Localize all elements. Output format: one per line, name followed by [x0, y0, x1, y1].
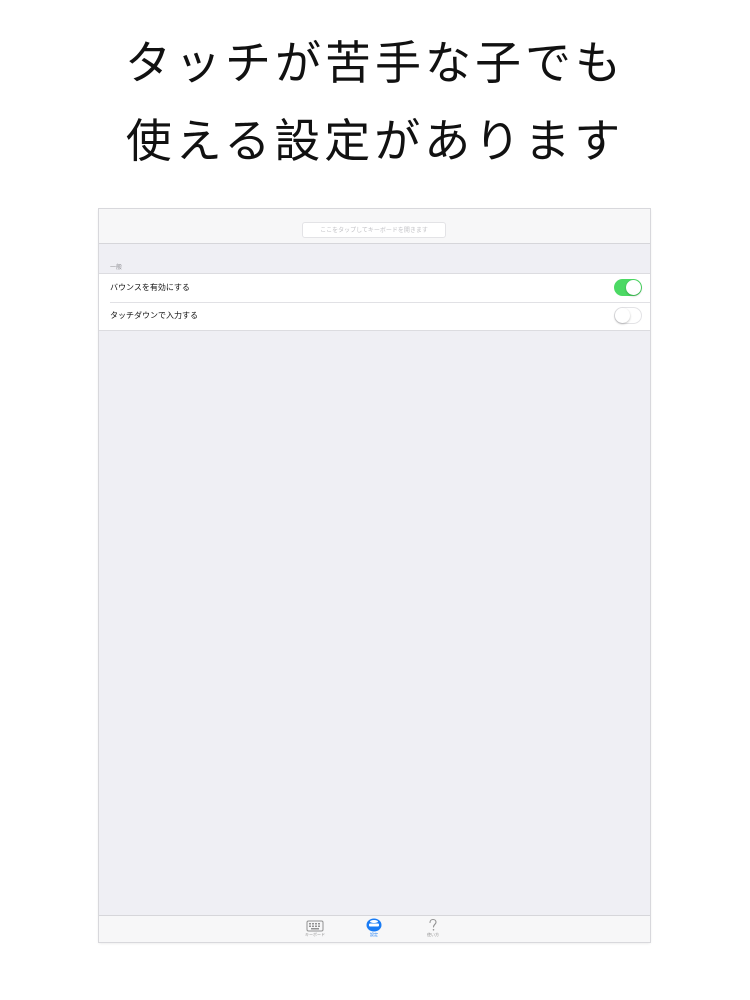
settings-row-touchdown: タッチダウンで入力する — [99, 302, 650, 330]
tab-settings[interactable]: 設定 — [354, 918, 394, 940]
tab-label: 設定 — [370, 932, 378, 937]
keyboard-input-field[interactable] — [302, 222, 446, 238]
toggle-knob — [615, 308, 630, 323]
settings-row-bounce: バウンスを有効にする — [99, 274, 650, 302]
promo-headline-line2: 使える設定があります — [125, 114, 625, 168]
toggle-knob — [626, 280, 641, 295]
tab-keyboard[interactable]: キーボード — [295, 918, 335, 940]
bounce-toggle[interactable] — [614, 279, 642, 296]
promo-headline-line1: タッチが苦手な子でも — [125, 36, 625, 90]
keyboard-icon — [306, 920, 324, 932]
question-mark-icon — [429, 918, 437, 931]
navigation-bar — [99, 209, 650, 244]
app-screen: 一般 バウンスを有効にする タッチダウンで入力する — [99, 209, 650, 942]
settings-group: バウンスを有効にする タッチダウンで入力する — [99, 273, 650, 331]
settings-row-label: タッチダウンで入力する — [110, 311, 198, 320]
promo-screenshot: タッチが苦手な子でも 使える設定があります 一般 バウンスを有効にする タッチダ… — [0, 0, 750, 1000]
tab-label: キーボード — [305, 932, 325, 937]
touchdown-toggle[interactable] — [614, 307, 642, 324]
settings-icon — [366, 918, 382, 932]
section-header-general: 一般 — [110, 264, 123, 271]
settings-row-label: バウンスを有効にする — [110, 283, 190, 292]
tab-bar: キーボード 設定 使い方 — [99, 915, 650, 942]
tab-usage[interactable]: 使い方 — [413, 918, 453, 940]
tab-label: 使い方 — [427, 932, 439, 937]
